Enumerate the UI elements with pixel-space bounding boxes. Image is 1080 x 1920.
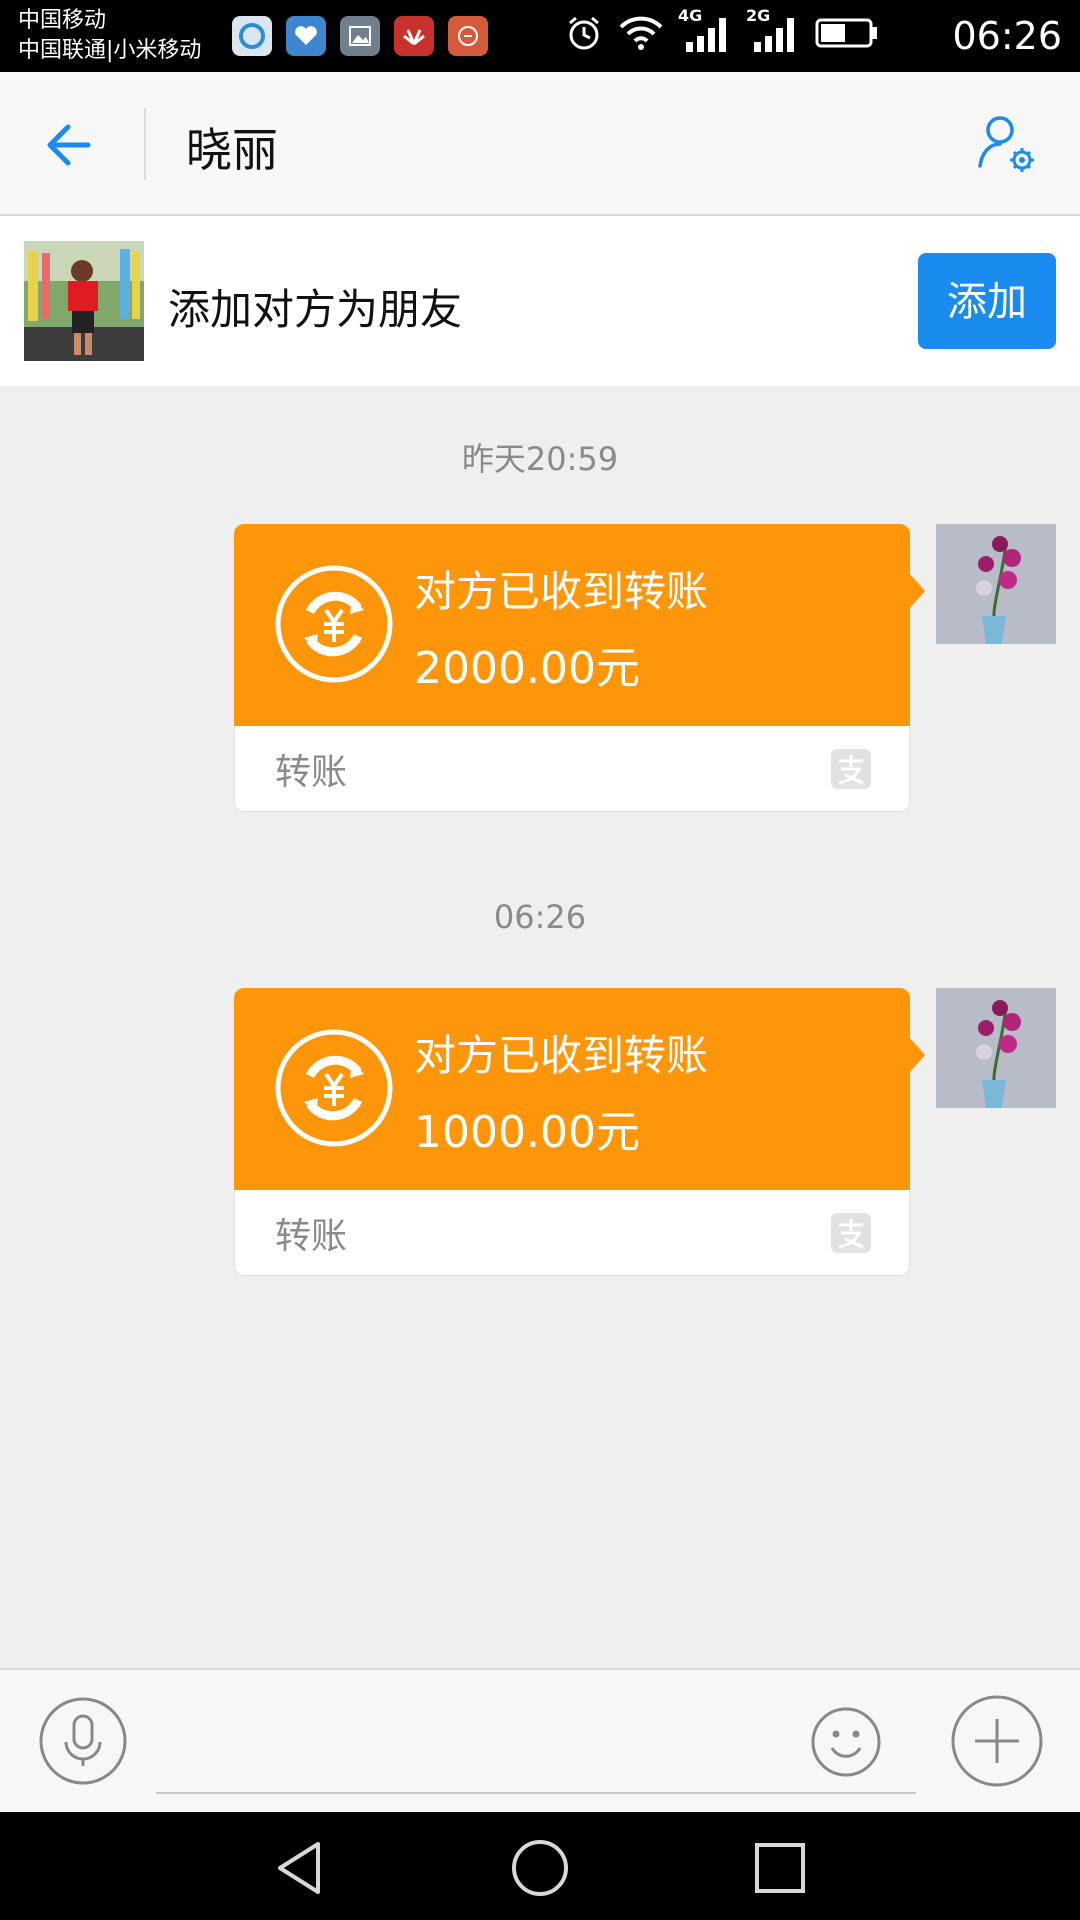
transfer-card-header: 对方已收到转账 2000.00元 xyxy=(234,524,910,726)
transfer-card-header: 对方已收到转账 1000.00元 xyxy=(234,988,910,1190)
transfer-status: 对方已收到转账 xyxy=(414,567,709,616)
alipay-icon xyxy=(831,749,871,789)
alarm-icon xyxy=(569,16,599,50)
add-friend-button[interactable]: 添加 xyxy=(918,253,1056,349)
gallery-icon xyxy=(340,16,380,56)
message-timestamp: 昨天20:59 xyxy=(461,440,619,478)
contact-avatar[interactable] xyxy=(24,241,144,361)
profile-settings-button[interactable] xyxy=(972,110,1042,180)
page-title: 晓丽 xyxy=(186,123,278,177)
my-avatar[interactable] xyxy=(936,988,1056,1108)
message-input[interactable] xyxy=(156,1694,916,1794)
signal-2g-icon: 2G xyxy=(746,6,800,56)
wifi-icon xyxy=(619,16,663,50)
huawei-icon xyxy=(394,16,434,56)
status-time: 06:26 xyxy=(952,14,1062,58)
bubble-tail xyxy=(909,573,925,609)
system-icons: 4G 2G xyxy=(564,6,880,56)
transfer-yuan-icon xyxy=(275,565,393,683)
transfer-yuan-icon xyxy=(275,1029,393,1147)
battery-icon xyxy=(815,18,877,48)
signal-4g-icon: 4G xyxy=(678,6,732,56)
system-nav-bar xyxy=(0,1812,1080,1920)
transfer-status: 对方已收到转账 xyxy=(414,1031,709,1080)
bubble-tail xyxy=(909,1037,925,1073)
nav-back-icon[interactable] xyxy=(270,1838,330,1898)
app-icon xyxy=(448,16,488,56)
voice-input-button[interactable] xyxy=(38,1696,128,1786)
transfer-amount: 1000.00元 xyxy=(414,1107,640,1158)
transfer-message-card[interactable]: 对方已收到转账 1000.00元 转账 xyxy=(234,988,925,1276)
carrier-primary: 中国移动 xyxy=(18,8,107,33)
alipay-icon xyxy=(831,1213,871,1253)
add-friend-banner: 添加对方为朋友 添加 xyxy=(0,216,1080,386)
browser-icon xyxy=(232,16,272,56)
chat-input-bar xyxy=(0,1668,1080,1814)
header-divider xyxy=(144,108,146,180)
status-bar: 中国移动 中国联通|小米移动 4G 2G 06:26 xyxy=(0,0,1080,72)
message-timestamp: 06:26 xyxy=(493,898,587,936)
nav-home-icon[interactable] xyxy=(510,1838,570,1898)
transfer-label: 转账 xyxy=(275,752,348,793)
transfer-label: 转账 xyxy=(275,1216,348,1257)
transfer-message-card[interactable]: 对方已收到转账 2000.00元 转账 xyxy=(234,524,925,812)
health-icon xyxy=(286,16,326,56)
add-friend-prompt: 添加对方为朋友 xyxy=(168,285,463,334)
my-avatar[interactable] xyxy=(936,524,1056,644)
nav-recents-icon[interactable] xyxy=(750,1838,810,1898)
emoji-button[interactable] xyxy=(810,1706,882,1778)
chat-header: 晓丽 xyxy=(0,72,1080,216)
back-button[interactable] xyxy=(40,112,110,178)
transfer-amount: 2000.00元 xyxy=(414,643,640,694)
notification-icons xyxy=(232,16,488,56)
more-options-button[interactable] xyxy=(950,1694,1044,1788)
carrier-secondary: 中国联通|小米移动 xyxy=(18,38,202,63)
